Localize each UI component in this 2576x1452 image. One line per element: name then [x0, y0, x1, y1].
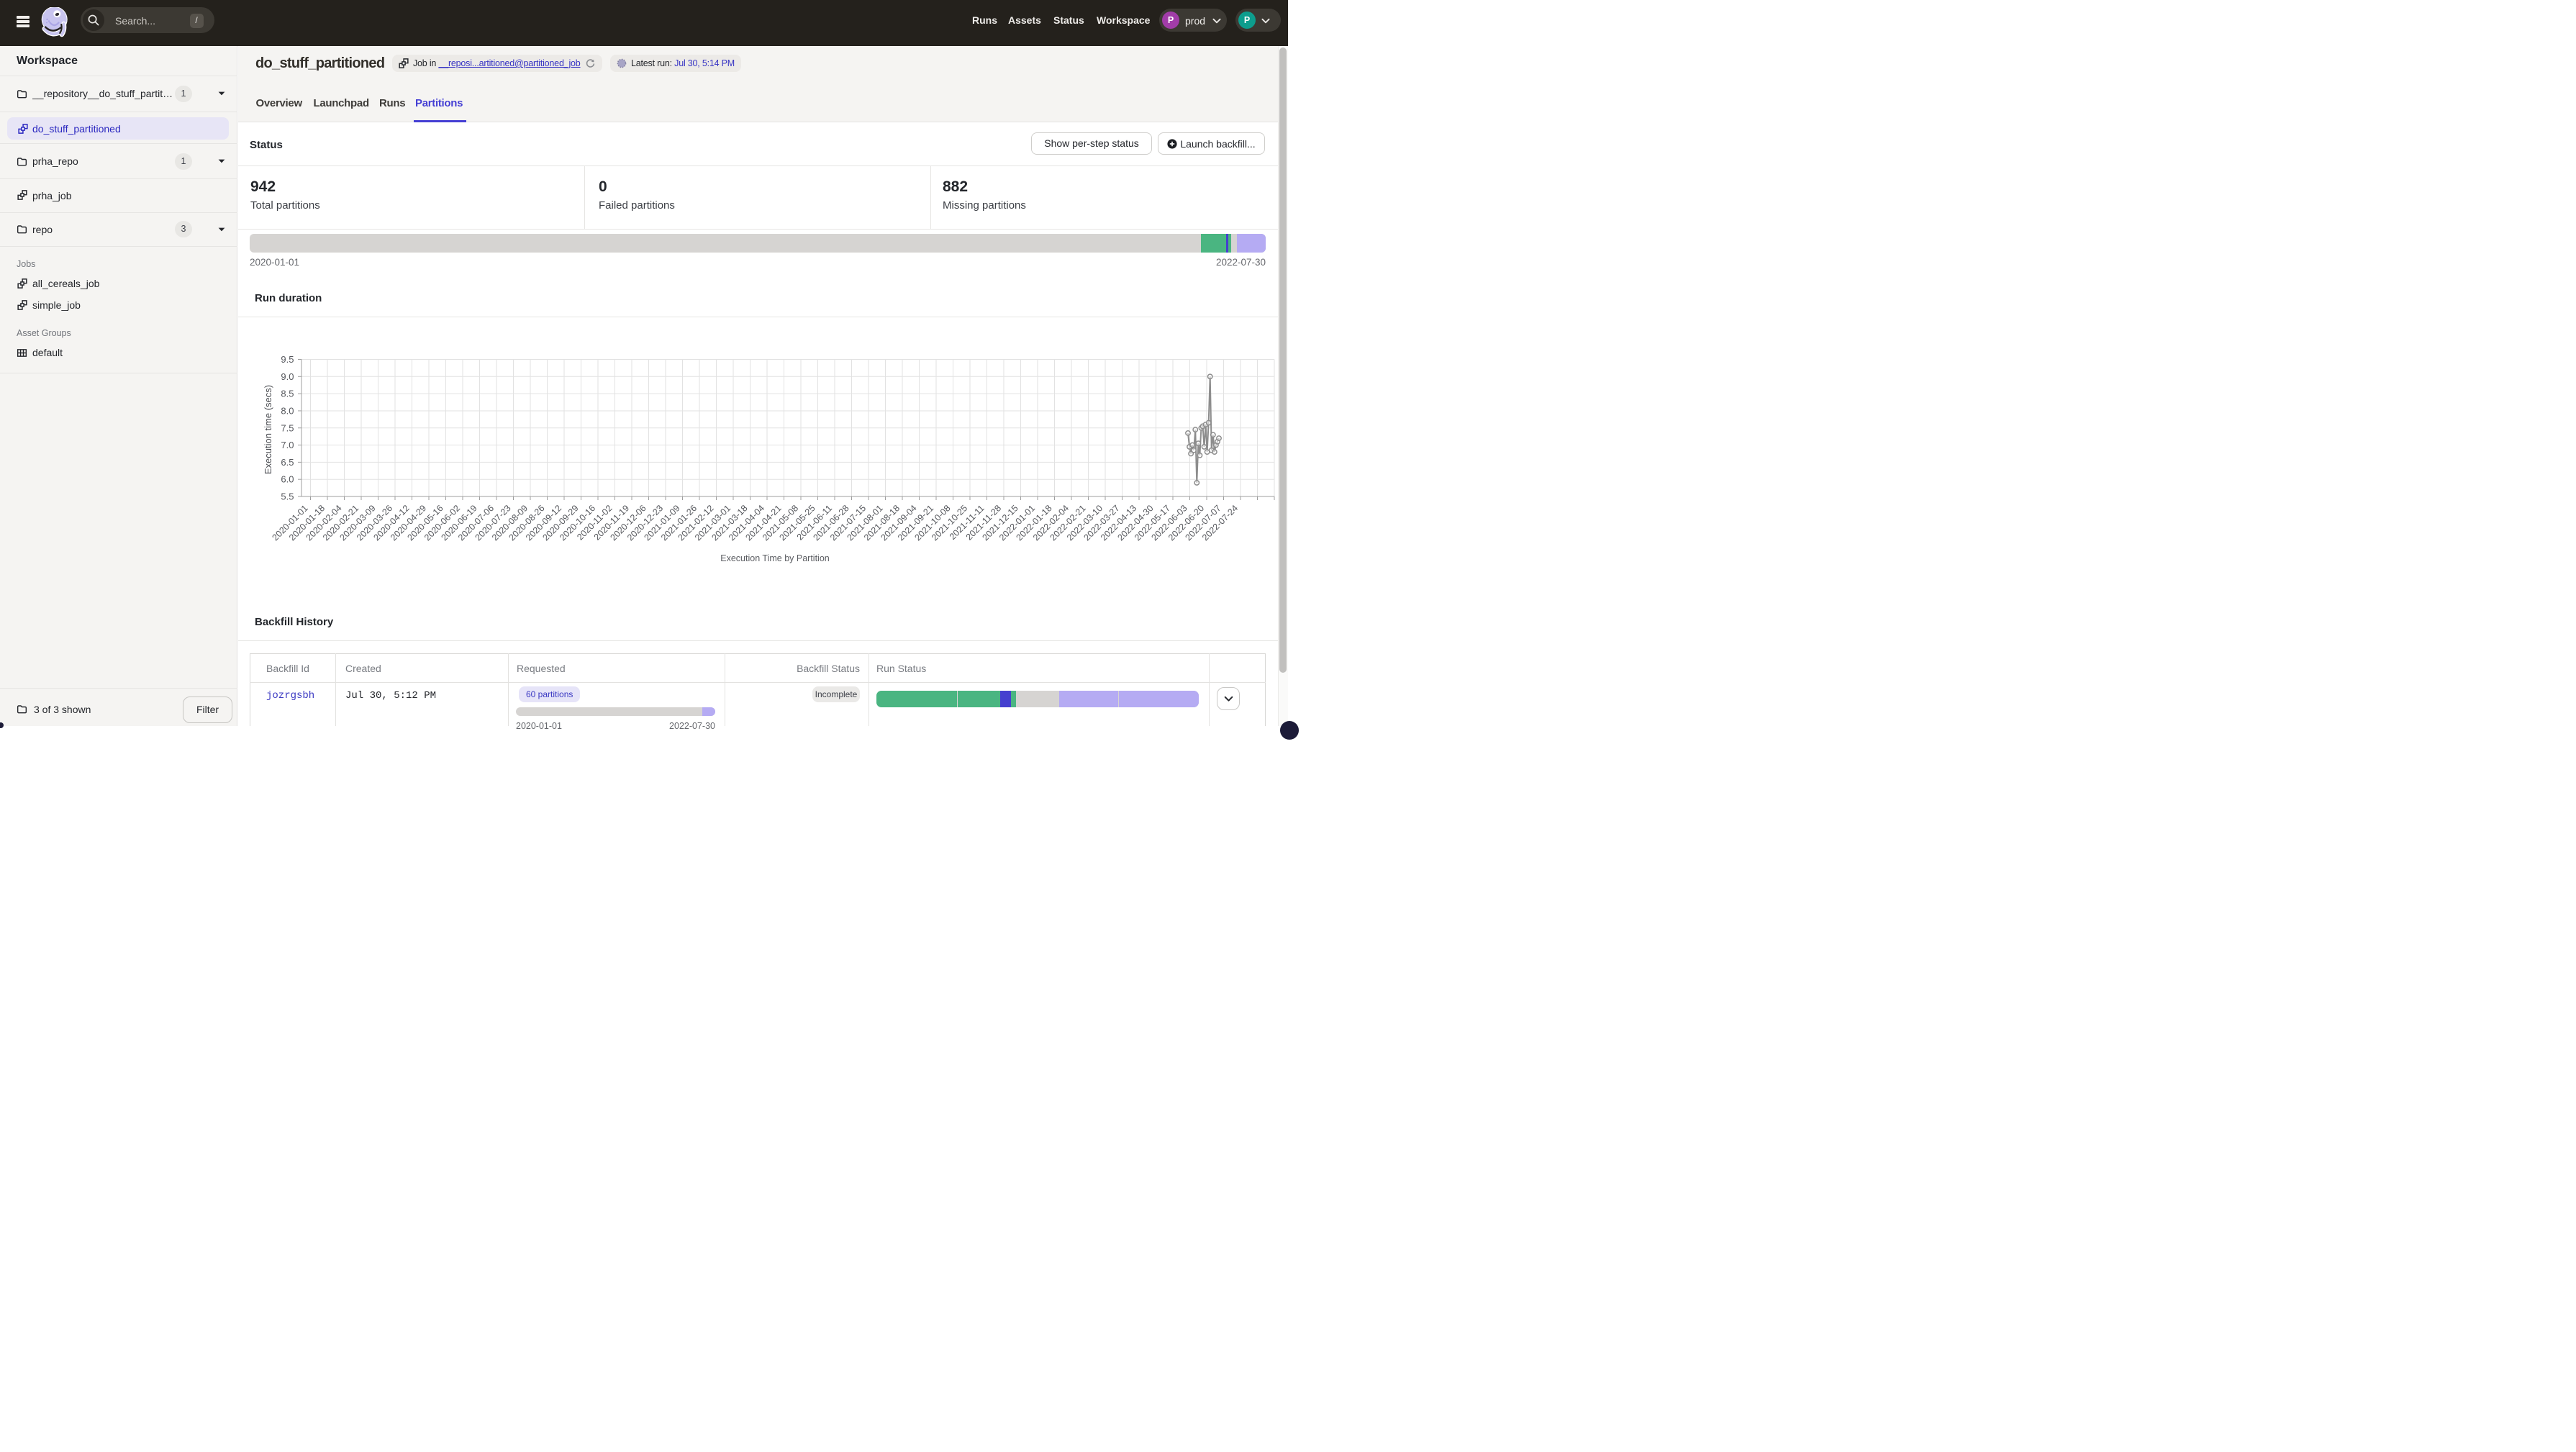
svg-text:Execution Time by Partition: Execution Time by Partition	[720, 553, 830, 563]
svg-text:8.0: 8.0	[281, 405, 294, 416]
svg-text:9.0: 9.0	[281, 371, 294, 382]
svg-text:8.5: 8.5	[281, 389, 294, 399]
svg-text:6.0: 6.0	[281, 474, 294, 485]
svg-text:7.5: 7.5	[281, 422, 294, 433]
svg-text:7.0: 7.0	[281, 440, 294, 450]
svg-text:Execution time (secs): Execution time (secs)	[263, 385, 273, 474]
svg-text:6.5: 6.5	[281, 457, 294, 468]
svg-text:5.5: 5.5	[281, 491, 294, 502]
svg-text:9.5: 9.5	[281, 354, 294, 365]
